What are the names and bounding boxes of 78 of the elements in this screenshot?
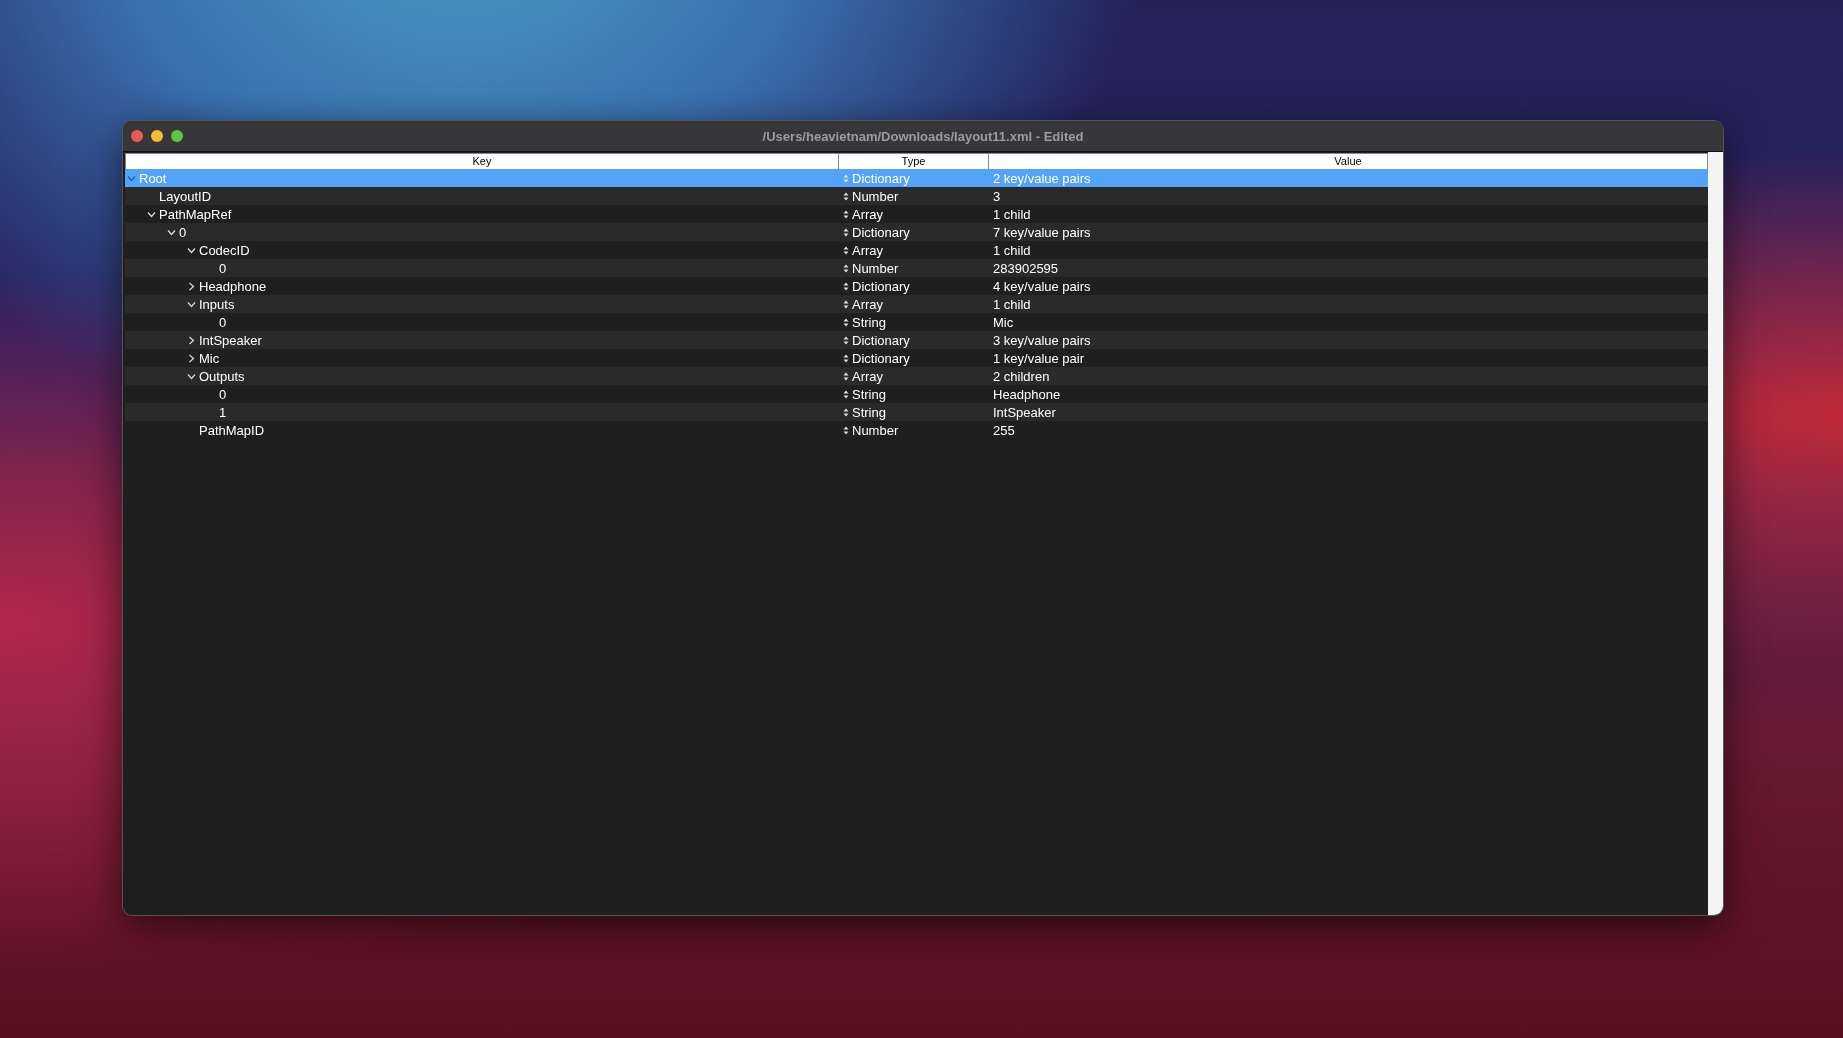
- chevron-down-icon[interactable]: [187, 299, 196, 309]
- up-down-arrows-icon[interactable]: [843, 299, 849, 309]
- value-text: 7 key/value pairs: [992, 224, 1092, 240]
- chevron-right-icon[interactable]: [187, 281, 196, 291]
- type-text: String: [852, 386, 886, 402]
- type-text: String: [852, 314, 886, 330]
- value-text: 3: [992, 188, 1002, 204]
- up-down-arrows-icon[interactable]: [843, 335, 849, 345]
- up-down-arrows-icon[interactable]: [843, 353, 849, 363]
- chevron-down-icon[interactable]: [147, 209, 156, 219]
- key-text: CodecID: [199, 242, 250, 258]
- value-text: Mic: [992, 314, 1015, 330]
- up-down-arrows-icon[interactable]: [843, 209, 849, 219]
- chevron-right-icon[interactable]: [187, 353, 196, 363]
- type-text: Number: [852, 188, 899, 204]
- type-text: Dictionary: [852, 170, 910, 186]
- up-down-arrows-icon[interactable]: [843, 371, 849, 381]
- close-button[interactable]: [131, 130, 143, 142]
- table-row[interactable]: 0 Number 283902595: [125, 259, 1708, 277]
- up-down-arrows-icon[interactable]: [843, 389, 849, 399]
- up-down-arrows-icon[interactable]: [843, 263, 849, 273]
- value-text: IntSpeaker: [992, 404, 1057, 420]
- type-text: String: [852, 404, 886, 420]
- minimize-button[interactable]: [151, 130, 163, 142]
- up-down-arrows-icon[interactable]: [843, 281, 849, 291]
- type-text: Array: [852, 206, 884, 222]
- table-row[interactable]: LayoutID Number 3: [125, 187, 1708, 205]
- table-row[interactable]: IntSpeaker Dictionary 3 key/value pairs: [125, 331, 1708, 349]
- value-text: 1 child: [992, 296, 1032, 312]
- type-text: Dictionary: [852, 350, 910, 366]
- value-text: Headphone: [992, 386, 1062, 402]
- zoom-button[interactable]: [171, 130, 183, 142]
- value-text: 283902595: [992, 260, 1060, 276]
- key-text: Inputs: [199, 296, 235, 312]
- key-text: PathMapRef: [159, 206, 232, 222]
- chevron-down-icon[interactable]: [187, 371, 196, 381]
- key-text: 0: [219, 386, 227, 402]
- table-row[interactable]: Outputs Array 2 children: [125, 367, 1708, 385]
- type-text: Array: [852, 242, 884, 258]
- up-down-arrows-icon[interactable]: [843, 407, 849, 417]
- type-text: Dictionary: [852, 278, 910, 294]
- key-text: Mic: [199, 350, 220, 366]
- table-row[interactable]: 0 Dictionary 7 key/value pairs: [125, 223, 1708, 241]
- up-down-arrows-icon[interactable]: [843, 425, 849, 435]
- key-text: 0: [219, 314, 227, 330]
- window-title: /Users/heavietnam/Downloads/layout11.xml - Edited: [762, 128, 1084, 144]
- key-text: Root: [139, 170, 167, 186]
- chevron-down-icon[interactable]: [187, 245, 196, 255]
- up-down-arrows-icon[interactable]: [843, 191, 849, 201]
- up-down-arrows-icon[interactable]: [843, 317, 849, 327]
- up-down-arrows-icon[interactable]: [843, 227, 849, 237]
- type-text: Dictionary: [852, 332, 910, 348]
- chevron-down-icon[interactable]: [167, 227, 176, 237]
- key-text: Headphone: [199, 278, 267, 294]
- type-text: Array: [852, 368, 884, 384]
- value-text: 4 key/value pairs: [992, 278, 1092, 294]
- table-row[interactable]: Inputs Array 1 child: [125, 295, 1708, 313]
- value-text: 1 key/value pair: [992, 350, 1086, 366]
- value-text: 3 key/value pairs: [992, 332, 1092, 348]
- type-text: Number: [852, 422, 899, 438]
- key-text: LayoutID: [159, 188, 212, 204]
- up-down-arrows-icon[interactable]: [843, 245, 849, 255]
- table-row[interactable]: 1 String IntSpeaker: [125, 403, 1708, 421]
- key-text: Outputs: [199, 368, 245, 384]
- value-text: 1 child: [992, 206, 1032, 222]
- key-text: PathMapID: [199, 422, 265, 438]
- value-text: 255: [992, 422, 1016, 438]
- value-text: 1 child: [992, 242, 1032, 258]
- type-text: Number: [852, 260, 899, 276]
- value-text: 2 key/value pairs: [992, 170, 1092, 186]
- type-text: Dictionary: [852, 224, 910, 240]
- key-text: 0: [219, 260, 227, 276]
- key-text: IntSpeaker: [199, 332, 262, 348]
- chevron-right-icon[interactable]: [187, 335, 196, 345]
- type-text: Array: [852, 296, 884, 312]
- key-text: 1: [219, 404, 227, 420]
- key-text: 0: [179, 224, 187, 240]
- value-text: 2 children: [992, 368, 1051, 384]
